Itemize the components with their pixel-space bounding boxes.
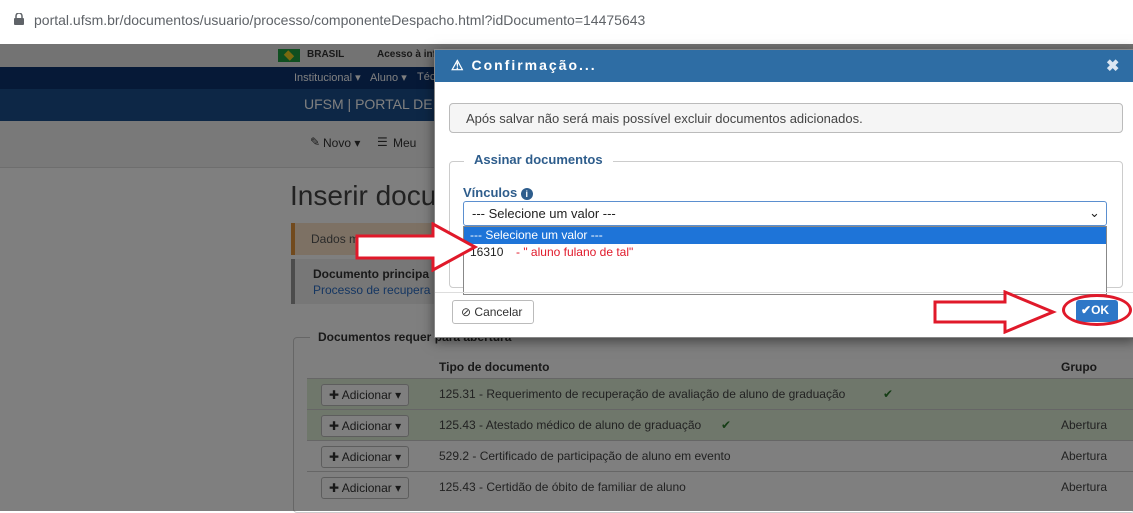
red-circle-annotation xyxy=(1062,294,1132,326)
modal-title-text: Confirmação... xyxy=(471,57,597,73)
vinculos-dropdown-list: --- Selecione um valor --- 16310 - " alu… xyxy=(463,226,1107,295)
red-arrow-annotation-left xyxy=(355,222,479,272)
vinculos-select[interactable]: --- Selecione um valor --- ⌄ xyxy=(463,201,1107,226)
ban-icon: ⊘ xyxy=(461,305,472,319)
warning-icon: ⚠ xyxy=(451,57,466,73)
red-arrow-annotation-right xyxy=(933,290,1057,334)
browser-address-bar: portal.ufsm.br/documentos/usuario/proces… xyxy=(0,0,1133,44)
cancel-button-label: ⊘ Cancelar xyxy=(461,305,522,319)
modal-header: ⚠ Confirmação... ✖ xyxy=(435,50,1133,82)
red-annotation-text: - " aluno fulano de tal" xyxy=(516,245,634,259)
fieldset-legend: Assinar documentos xyxy=(464,152,613,167)
modal-title: ⚠ Confirmação... xyxy=(451,57,597,74)
vinculos-label-text: Vínculos xyxy=(463,185,518,200)
url-text[interactable]: portal.ufsm.br/documentos/usuario/proces… xyxy=(34,12,645,28)
cancel-text: Cancelar xyxy=(474,305,523,319)
alert-box: Após salvar não será mais possível exclu… xyxy=(449,103,1123,133)
close-icon[interactable]: ✖ xyxy=(1106,56,1119,76)
option-default-text: --- Selecione um valor --- xyxy=(470,228,603,242)
lock-icon xyxy=(14,13,24,25)
info-icon: i xyxy=(520,188,533,200)
cancel-button[interactable]: ⊘ Cancelar xyxy=(452,300,534,324)
select-value: --- Selecione um valor --- xyxy=(472,206,616,221)
dropdown-option-default[interactable]: --- Selecione um valor --- xyxy=(464,227,1106,244)
vinculos-label: Vínculos i xyxy=(463,185,533,200)
alert-text: Após salvar não será mais possível exclu… xyxy=(466,111,863,126)
chevron-down-icon: ⌄ xyxy=(1089,205,1100,220)
